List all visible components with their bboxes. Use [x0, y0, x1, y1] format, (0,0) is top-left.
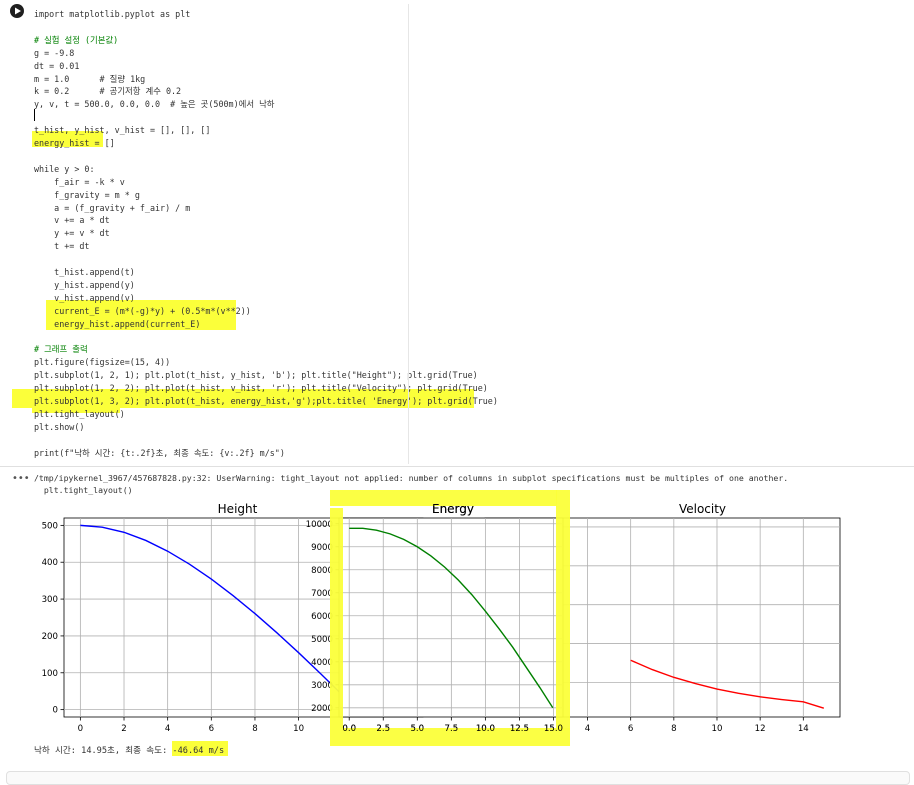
energy-tick-label-y: 10000	[306, 520, 333, 530]
energy-tick-label-x-over: 10.0	[476, 724, 495, 734]
code-line: energy_hist = []	[34, 138, 115, 148]
velocity-tick-label-x: 6	[628, 724, 633, 734]
code-line: plt.show()	[34, 421, 85, 432]
code-line: m = 1.0 # 질량 1kg	[34, 73, 146, 84]
highlight-energy-left	[330, 508, 343, 728]
height-tick-label-x: 0	[78, 724, 83, 734]
code-line: a = (f_gravity + f_air) / m	[34, 202, 191, 213]
energy-tick-label-y: 4000	[311, 658, 333, 668]
result-text: 낙하 시간: 14.95초, 최종 속도: -46.64 m/s	[34, 746, 225, 756]
height-tick-label-y: 300	[42, 595, 58, 605]
code-line: plt.subplot(1, 2, 2); plt.plot(t_hist, v…	[34, 383, 488, 394]
energy-tick-label-y: 6000	[311, 612, 333, 622]
energy-tick-label-y: 2000	[311, 704, 333, 714]
energy-tick-label-x-over: 12.5	[510, 724, 529, 734]
code-editor[interactable]: import matplotlib.pyplot as plt # 실험 설정 (…	[12, 4, 498, 464]
height-tick-label-x: 6	[209, 724, 214, 734]
code-line: v_hist.append(v)	[34, 292, 135, 303]
height-tick-label-y: 500	[42, 521, 58, 531]
ellipsis-icon[interactable]: •••	[12, 473, 30, 484]
code-line: plt.subplot(1, 2, 1); plt.plot(t_hist, y…	[34, 370, 478, 381]
code-line: energy_hist.append(current_E)	[34, 318, 201, 329]
energy-tick-label-x-over: 15.0	[544, 724, 563, 734]
velocity-title: Velocity	[679, 502, 726, 516]
velocity-tick-label-x: 8	[671, 724, 676, 734]
height-tick-label-y: 400	[42, 558, 58, 568]
velocity-tick-label-x: 12	[755, 724, 766, 734]
run-cell-button[interactable]	[10, 4, 24, 18]
code-line: f_gravity = m * g	[34, 189, 140, 200]
energy-tick-label-y: 9000	[311, 543, 333, 553]
energy-title-over: Energy	[432, 502, 474, 516]
velocity-tick-label-x: 10	[712, 724, 723, 734]
output-divider	[0, 466, 914, 467]
code-line: f_air = -k * v	[34, 176, 125, 187]
code-line: import matplotlib.pyplot as plt	[34, 9, 191, 19]
energy-tick-label-x-over: 0.0	[342, 724, 356, 734]
code-line: y, v, t = 500.0, 0.0, 0.0 # 높은 곳(500m)에서…	[34, 99, 275, 110]
code-line: dt = 0.01	[34, 60, 80, 71]
energy-tick-label-y: 3000	[311, 681, 333, 691]
code-line: g = -9.8	[34, 47, 75, 58]
code-line: y += v * dt	[34, 228, 110, 239]
energy-tick-label-x-over: 7.5	[445, 724, 459, 734]
highlight-energy-right	[556, 490, 570, 730]
code-divider	[408, 4, 409, 464]
velocity-tick-label-x: 4	[585, 724, 590, 734]
code-line: v += a * dt	[34, 215, 110, 226]
code-line: # 그래프 출력	[34, 344, 88, 355]
code-line: y_hist.append(y)	[34, 279, 135, 290]
energy-tick-label-y: 8000	[311, 566, 333, 576]
code-line: current_E = (m*(-g)*y) + (0.5*m*(v**2))	[34, 305, 251, 316]
code-line: plt.tight_layout()	[34, 408, 125, 419]
energy-tick-label-x-over: 5.0	[410, 724, 424, 734]
code-line: k = 0.2 # 공기저항 계수 0.2	[34, 86, 182, 97]
height-tick-label-y: 200	[42, 632, 58, 642]
figure: 0 2 4 6 8 100100200300400500Height4 6 8 10 12 14Ve…	[42, 490, 841, 746]
code-line: t += dt	[34, 241, 90, 252]
next-cell[interactable]	[6, 771, 910, 785]
energy-tick-label-y: 5000	[311, 635, 333, 645]
height-tick-label-y: 0	[53, 706, 58, 716]
code-line: print(f"낙하 시간: {t:.2f}초, 최종 속도: {v:.2f} …	[34, 447, 285, 458]
energy-tick-label-y: 7000	[311, 589, 333, 599]
code-line: # 실험 설정 (기본값)	[34, 34, 119, 45]
code-line: plt.subplot(1, 3, 2); plt.plot(t_hist, e…	[34, 396, 498, 406]
code-line: plt.figure(figsize=(15, 4))	[34, 357, 171, 368]
velocity-tick-label-x: 14	[798, 724, 809, 734]
code-line: while y > 0:	[34, 163, 95, 174]
code-line: t_hist.append(t)	[34, 267, 135, 277]
height-tick-label-x: 10	[293, 724, 304, 734]
height-tick-label-x: 2	[121, 724, 126, 734]
height-tick-label-x: 8	[252, 724, 257, 734]
warning-text: /tmp/ipykernel_3967/457687828.py:32: Use…	[34, 473, 789, 483]
code-line: t_hist, y_hist, v_hist = [], [], []	[34, 125, 211, 136]
height-tick-label-x: 4	[165, 724, 170, 734]
height-tick-label-y: 100	[42, 669, 58, 679]
height-title: Height	[218, 502, 258, 516]
play-circle-icon	[15, 7, 21, 15]
energy-tick-label-x-over: 2.5	[376, 724, 390, 734]
notebook-cell: import matplotlib.pyplot as plt # 실험 설정 (…	[0, 0, 914, 785]
